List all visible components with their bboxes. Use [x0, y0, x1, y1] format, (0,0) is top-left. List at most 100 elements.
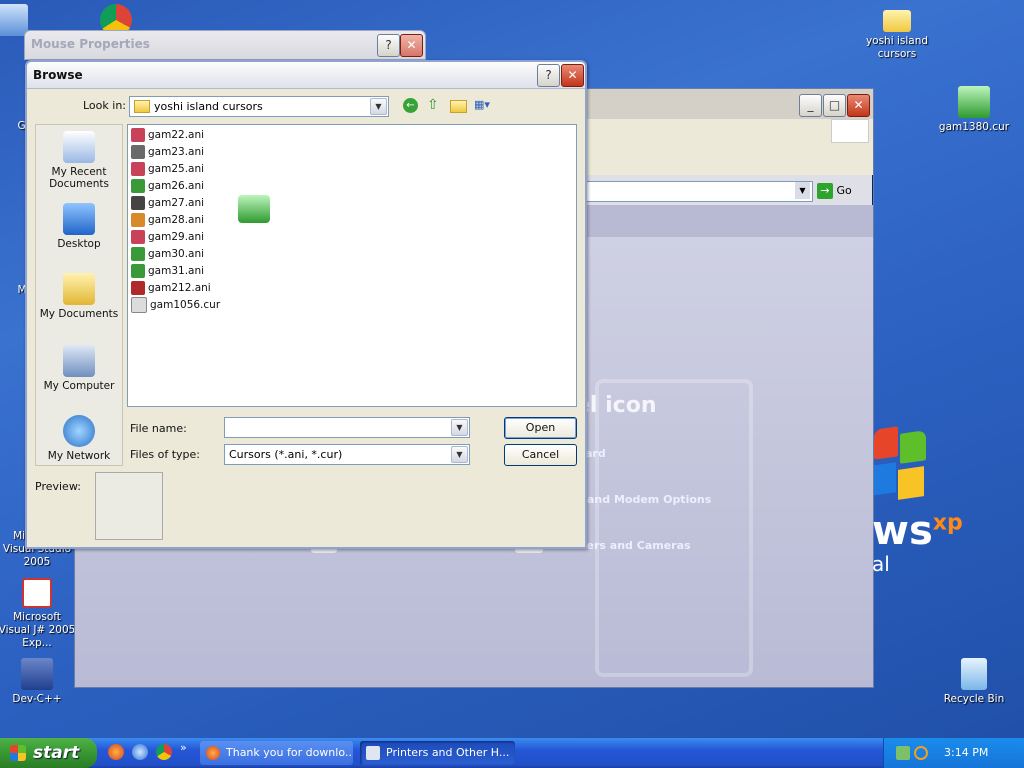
new-folder-icon[interactable]: [450, 100, 467, 113]
file-name: gam23.ani: [148, 146, 205, 158]
cursor-file-icon: [131, 281, 145, 295]
file-name: gam31.ani: [148, 265, 205, 277]
address-bar[interactable]: [575, 181, 813, 202]
file-type-select[interactable]: Cursors (*.ani, *.cur) ▼: [224, 444, 470, 465]
place-label: My Network: [47, 450, 111, 462]
desktop-icon-devcpp[interactable]: Dev-C++: [0, 658, 76, 706]
windows-xp-logo: [872, 426, 932, 514]
file-name: gam212.ani: [148, 282, 211, 294]
mouse-properties-window[interactable]: Mouse Properties ? ✕: [24, 30, 426, 60]
file-name: gam1056.cur: [150, 299, 221, 311]
network-tray-icon[interactable]: [896, 746, 910, 760]
browse-title: Browse: [33, 68, 83, 82]
recent-documents-icon: [63, 131, 95, 163]
task-label: Printers and Other H...: [386, 746, 510, 759]
file-name-label: File name:: [130, 422, 187, 435]
list-item[interactable]: gam25.ani: [131, 161, 251, 177]
firefox-icon[interactable]: [108, 744, 124, 760]
folder-icon: [883, 10, 911, 32]
vjsharp-icon: [22, 578, 52, 608]
browse-help-button[interactable]: ?: [537, 64, 560, 87]
file-type-label: Files of type:: [130, 448, 201, 461]
desktop-icon-label: Recycle Bin: [943, 693, 1005, 705]
desktop-icon-vjsharp[interactable]: Microsoft Visual J# 2005 Exp...: [0, 578, 76, 650]
minimize-button[interactable]: _: [799, 94, 822, 117]
mouse-help-button[interactable]: ?: [377, 34, 400, 57]
look-in-combo[interactable]: yoshi island cursors ▼: [129, 96, 389, 117]
browse-titlebar[interactable]: Browse ? ✕: [27, 62, 585, 89]
maximize-button[interactable]: □: [823, 94, 846, 117]
clock: 3:14 PM: [944, 746, 989, 759]
place-desktop[interactable]: Desktop: [36, 203, 122, 250]
list-item[interactable]: gam29.ani: [131, 229, 251, 245]
place-label: My Recent Documents: [49, 166, 109, 190]
go-button[interactable]: → Go: [817, 181, 857, 200]
place-label: Desktop: [57, 238, 101, 250]
list-item[interactable]: gam27.ani: [131, 195, 251, 211]
cursor-file-icon: [958, 86, 990, 118]
chevron-down-icon[interactable]: ▼: [451, 446, 468, 463]
chrome-icon[interactable]: [156, 744, 172, 760]
start-button[interactable]: start: [0, 738, 97, 768]
desktop-icon-yoshi-folder[interactable]: yoshi island cursors: [857, 6, 937, 61]
file-name: gam25.ani: [148, 163, 205, 175]
back-icon[interactable]: ←: [403, 98, 418, 113]
system-tray: 3:14 PM: [883, 738, 1024, 768]
place-my-network[interactable]: My Network: [36, 415, 122, 462]
browse-dialog[interactable]: Browse ? ✕ Look in: yoshi island cursors…: [25, 60, 587, 549]
open-button[interactable]: Open: [504, 417, 577, 439]
animated-cursor-graphic: [238, 195, 270, 223]
xp-super: xp: [932, 510, 963, 536]
more-quicklaunch-icon[interactable]: »: [180, 741, 187, 754]
up-folder-icon[interactable]: ⇧: [427, 97, 443, 113]
desktop-icon-label: Microsoft Visual J# 2005 Exp...: [0, 611, 76, 649]
views-menu-icon[interactable]: ▦▾: [474, 98, 496, 112]
search-tray-icon[interactable]: [914, 746, 928, 760]
place-recent-documents[interactable]: My Recent Documents: [36, 131, 122, 190]
chevron-down-icon[interactable]: ▼: [451, 419, 468, 436]
cancel-button[interactable]: Cancel: [504, 444, 577, 466]
list-item[interactable]: gam1056.cur: [131, 297, 251, 313]
taskbar-item-printers[interactable]: Printers and Other H...: [360, 741, 515, 765]
list-item[interactable]: gam26.ani: [131, 178, 251, 194]
file-name: gam27.ani: [148, 197, 205, 209]
list-item[interactable]: gam28.ani: [131, 212, 251, 228]
taskbar-item-firefox[interactable]: Thank you for downlo...: [200, 741, 353, 765]
cursor-file-icon: [131, 179, 145, 193]
my-documents-icon: [63, 273, 95, 305]
list-item[interactable]: gam23.ani: [131, 144, 251, 160]
ie-icon[interactable]: [132, 744, 148, 760]
taskbar: start » Thank you for downlo... Printers…: [0, 738, 1024, 768]
mouse-close-button[interactable]: ✕: [400, 34, 423, 57]
cursor-file-icon: [131, 247, 145, 261]
file-name-input[interactable]: ▼: [224, 417, 470, 438]
desktop-icon-recycle-bin[interactable]: Recycle Bin: [934, 658, 1014, 706]
browse-close-button[interactable]: ✕: [561, 64, 584, 87]
desktop-icon-gam1380[interactable]: gam1380.cur: [934, 86, 1014, 134]
close-button[interactable]: ✕: [847, 94, 870, 117]
place-my-computer[interactable]: My Computer: [36, 345, 122, 392]
look-in-value: yoshi island cursors: [154, 100, 263, 113]
place-my-documents[interactable]: My Documents: [36, 273, 122, 320]
file-name: gam28.ani: [148, 214, 205, 226]
list-item[interactable]: gam212.ani: [131, 280, 251, 296]
list-item[interactable]: gam22.ani: [131, 127, 251, 143]
control-panel-icon: [366, 746, 380, 760]
go-arrow-icon: →: [817, 183, 833, 199]
chevron-down-icon[interactable]: ▼: [370, 98, 387, 115]
cursor-file-icon: [131, 162, 145, 176]
list-item[interactable]: gam31.ani: [131, 263, 251, 279]
xp-wordmark: wsxp: [872, 508, 963, 554]
start-label: start: [33, 743, 80, 763]
place-label: My Documents: [39, 308, 119, 320]
go-label: Go: [836, 184, 852, 197]
address-dropdown[interactable]: ▼: [795, 182, 810, 199]
file-list[interactable]: gam22.ani gam23.ani gam25.ani gam26.ani …: [127, 124, 577, 407]
devcpp-icon: [21, 658, 53, 690]
preview-label: Preview:: [35, 480, 81, 493]
places-bar: My Recent Documents Desktop My Documents…: [35, 124, 123, 466]
computer-icon: [0, 4, 28, 36]
file-name: gam26.ani: [148, 180, 205, 192]
list-item[interactable]: gam30.ani: [131, 246, 251, 262]
cursor-file-icon: [131, 213, 145, 227]
